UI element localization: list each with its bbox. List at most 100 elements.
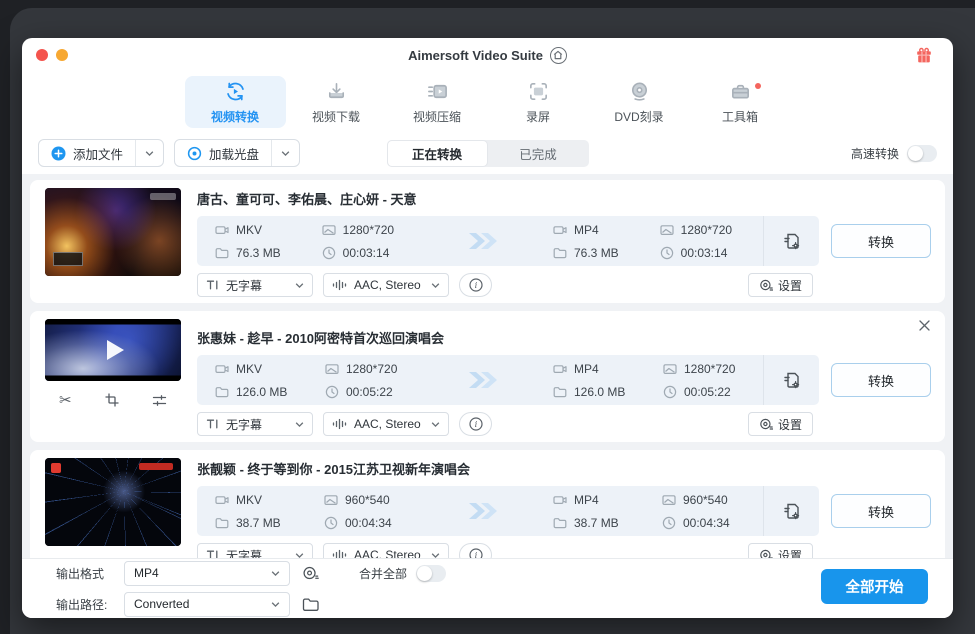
thumbnail-edit-bar: ✂ [45, 387, 181, 413]
title-bar: Aimersoft Video Suite [22, 38, 953, 72]
dvd-burn-icon [631, 82, 647, 101]
video-thumbnail[interactable] [45, 458, 181, 546]
media-info-strip: MKV 1280*720 76.3 MB 00:03:14 MP4 1280*7… [197, 216, 819, 266]
tab-video-convert[interactable]: 视频转换 [184, 76, 286, 128]
gift-promo-icon[interactable] [915, 46, 933, 64]
row-settings-button[interactable]: 设置 [747, 543, 813, 558]
row-settings-button[interactable]: 设置 [747, 412, 813, 436]
remove-row-button[interactable] [916, 317, 933, 334]
plus-circle-icon [51, 146, 66, 160]
download-icon [328, 82, 344, 98]
convert-direction-arrow [411, 369, 553, 391]
merge-all-toggle[interactable] [416, 564, 447, 582]
output-format-settings-icon[interactable] [763, 355, 819, 405]
add-file-button[interactable]: 添加文件 [38, 139, 165, 167]
video-thumbnail[interactable] [45, 319, 181, 381]
convert-button[interactable]: 转换 [831, 363, 931, 397]
target-info: MP4 960*540 38.7 MB 00:04:34 [553, 493, 749, 530]
open-folder-icon[interactable] [300, 597, 321, 612]
screen-record-icon [529, 82, 547, 100]
thumbnail-column: ✂ [45, 317, 181, 436]
tab-video-compress[interactable]: 视频压缩 [387, 76, 488, 128]
document-gear-icon [784, 372, 800, 388]
audio-track-select[interactable]: AAC, Stereo [323, 273, 449, 297]
close-window-button[interactable] [36, 49, 48, 61]
subtitle-select[interactable]: 无字幕 [197, 543, 313, 558]
resolution-icon [325, 363, 339, 374]
svg-text:i: i [474, 281, 477, 291]
tab-label: 视频下载 [311, 109, 360, 124]
row-settings-button[interactable]: 设置 [747, 273, 813, 297]
folder-icon [553, 386, 567, 397]
clock-icon [325, 385, 339, 398]
home-icon[interactable] [549, 46, 567, 64]
tab-converting[interactable]: 正在转换 [386, 139, 488, 167]
output-footer: 输出格式 MP4 合并全部 输出路径: Converted 全部开始 [22, 558, 953, 618]
thumbnail-column [45, 456, 181, 558]
audio-track-select[interactable]: AAC, Stereo [323, 412, 449, 436]
tab-toolbox[interactable]: 工具箱 [690, 76, 791, 128]
video-thumbnail[interactable] [45, 188, 181, 276]
subtitle-icon [206, 280, 218, 290]
gear-icon [303, 566, 319, 579]
audio-track-select[interactable]: AAC, Stereo [323, 543, 449, 558]
minimize-window-button[interactable] [56, 49, 68, 61]
source-size: 126.0 MB [215, 385, 301, 399]
target-size: 38.7 MB [553, 516, 638, 530]
format-settings-icon[interactable] [300, 565, 321, 582]
document-gear-icon [784, 503, 800, 519]
target-size: 76.3 MB [553, 246, 636, 260]
media-info-button[interactable]: i [459, 273, 492, 297]
target-format: MP4 [553, 362, 639, 376]
svg-text:i: i [474, 551, 477, 558]
resolution-icon [662, 494, 676, 505]
add-file-dropdown[interactable] [135, 140, 163, 166]
window-controls [36, 49, 68, 61]
merge-all-label: 合并全部 [359, 566, 408, 581]
clock-icon [322, 246, 335, 259]
crop-icon[interactable] [105, 393, 119, 407]
convert-button[interactable]: 转换 [831, 494, 931, 528]
tab-dvd-burn[interactable]: DVD刻录 [589, 76, 690, 128]
tab-finished[interactable]: 已完成 [488, 140, 589, 167]
row-controls: 无字幕 AAC, Stereo i 设置 [197, 412, 931, 436]
adjust-icon[interactable] [152, 394, 167, 407]
chevron-down-icon [281, 150, 290, 156]
tab-video-download[interactable]: 视频下载 [286, 76, 387, 128]
start-all-button[interactable]: 全部开始 [821, 569, 928, 604]
info-icon: i [468, 548, 483, 558]
media-info-button[interactable]: i [459, 412, 492, 436]
subtitle-select[interactable]: 无字幕 [197, 273, 313, 297]
high-speed-toggle[interactable] [907, 144, 937, 162]
tab-screen-record[interactable]: 录屏 [488, 76, 589, 128]
play-overlay-icon[interactable] [45, 319, 181, 381]
compress-icon [427, 84, 447, 98]
output-path-select[interactable]: Converted [124, 591, 290, 617]
info-icon: i [468, 417, 483, 431]
target-resolution: 960*540 [662, 493, 749, 507]
load-disc-button[interactable]: 加载光盘 [174, 139, 301, 167]
toolbox-notification-dot [754, 83, 761, 89]
output-format-settings-icon[interactable] [763, 486, 819, 536]
disc-icon [187, 146, 202, 160]
folder-icon [215, 247, 229, 258]
media-info-button[interactable]: i [459, 543, 492, 558]
window-title: Aimersoft Video Suite [408, 46, 567, 64]
high-speed-control: 高速转换 [851, 144, 937, 162]
video-row-2: ✂ 张惠妹 - 趁早 - 2010阿密特首次巡回演唱会 MKV 1280*720… [30, 311, 945, 442]
source-duration: 00:03:14 [322, 246, 411, 260]
load-disc-dropdown[interactable] [271, 140, 299, 166]
info-icon: i [468, 278, 483, 292]
video-row-3: 张靓颖 - 终于等到你 - 2015江苏卫视新年演唱会 MKV 960*540 … [30, 450, 945, 558]
trim-icon[interactable]: ✂ [59, 391, 72, 409]
output-format-select[interactable]: MP4 [124, 560, 290, 586]
output-path-label: 输出路径: [56, 597, 108, 612]
subtitle-select[interactable]: 无字幕 [197, 412, 313, 436]
output-format-settings-icon[interactable] [763, 216, 819, 266]
thumbnail-banner [139, 463, 173, 470]
row-controls: 无字幕 AAC, Stereo i 设置 [197, 543, 931, 558]
video-format-icon [215, 364, 229, 373]
source-resolution: 1280*720 [322, 223, 411, 237]
source-resolution: 1280*720 [325, 362, 411, 376]
convert-button[interactable]: 转换 [831, 224, 931, 258]
